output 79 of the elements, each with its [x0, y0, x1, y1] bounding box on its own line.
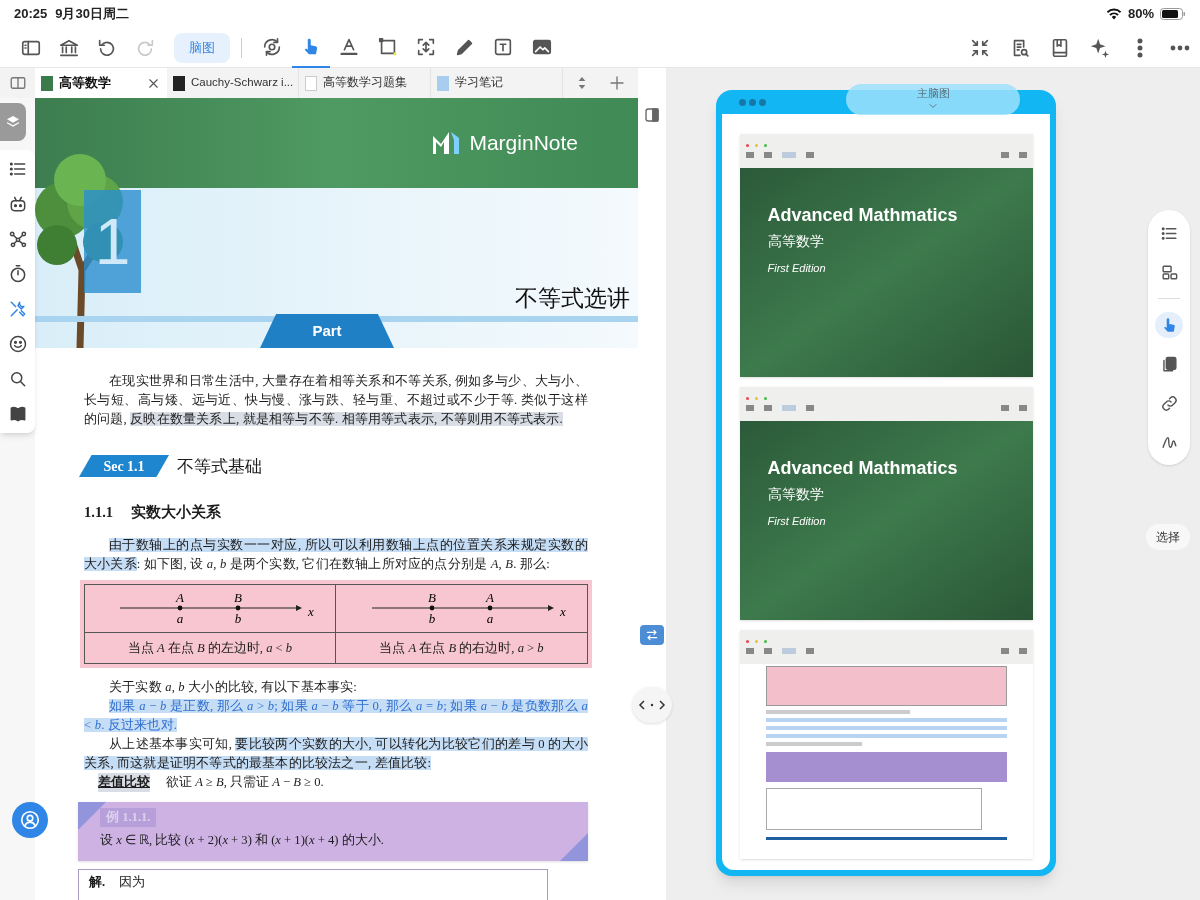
panel-toggle-icon — [643, 106, 661, 124]
swap-button[interactable] — [640, 625, 664, 645]
panel-toggle-button[interactable] — [643, 106, 661, 124]
drag-arrows-icon — [638, 699, 666, 711]
mindmap-node[interactable]: Advanced Mathmatics 高等数学 First Edition — [739, 387, 1033, 620]
point-label: a — [176, 611, 184, 626]
cover-edition: First Edition — [767, 514, 827, 529]
battery-percent: 80% — [1127, 5, 1154, 24]
tab-label: 学习笔记 — [455, 75, 503, 91]
paragraph: 由于数轴上的点与实数一一对应, 所以可以利用数轴上点的位置关系来规定实数的大小关系: 如下图, 设 a, b 是两个实数, 它们在数轴上所对应的点分别是 A, B. 那么: — [84, 537, 588, 573]
table-cell-text: 当点 A 在点 B 的右边时, a > b — [379, 639, 544, 657]
smiley-icon — [7, 334, 28, 354]
definition-term: 差值比较 — [98, 773, 150, 792]
rectangle-select-icon — [376, 35, 399, 58]
document-thumbnail — [41, 75, 53, 91]
point-dot — [429, 605, 434, 611]
chapter-number: 1 — [94, 209, 131, 274]
point-label: b — [428, 611, 435, 626]
document-thumbnail — [173, 75, 185, 91]
subsection-number: 1.1.1 — [84, 503, 113, 522]
person-circle-icon — [19, 809, 41, 831]
split-view-icon[interactable] — [8, 74, 27, 92]
example-text: 设 x ∈ ℝ, 比较 (x + 2)(x + 3) 和 (x + 1)(x + 4) 的大小. — [100, 832, 384, 849]
tab-label: Cauchy-Schwarz i... — [191, 75, 294, 91]
solution-text: 因为 — [119, 874, 146, 891]
tab-label: 高等数学 — [59, 74, 111, 93]
paragraph: 如果 a − b 是正数, 那么 a > b; 如果 a − b 等于 0, 那么 a = b; 如果 a − b 是负数那么 a < b. 反过来也对. — [84, 698, 588, 734]
point-label: a — [486, 611, 493, 626]
definition-text: 欲证 A ≥ B, 只需证 A − B ≥ 0. — [166, 774, 324, 791]
document-thumbnail — [305, 75, 317, 91]
assistant-button[interactable] — [12, 802, 48, 838]
more-icon — [1169, 44, 1191, 51]
solution-label: 解. — [89, 874, 106, 891]
point-label: B — [234, 590, 242, 605]
axis-label: x — [308, 604, 314, 619]
point-label: b — [234, 611, 242, 626]
mindmap-node[interactable]: Advanced Mathmatics 高等数学 First Edition — [739, 134, 1033, 377]
point-label: B — [427, 590, 436, 605]
point-dot — [177, 605, 183, 611]
vertical-dots-menu-icon — [1137, 36, 1143, 59]
select-button[interactable]: 选择 — [1146, 524, 1190, 550]
point-label: A — [485, 590, 494, 605]
cover-subtitle: 高等数学 — [767, 485, 825, 504]
swap-arrows-icon — [644, 627, 660, 643]
layers-button[interactable] — [0, 103, 26, 141]
document-tab[interactable]: 高等数学 — [35, 68, 167, 98]
battery-icon — [1160, 8, 1186, 20]
section-title: 不等式基础 — [177, 456, 262, 476]
point-label: A — [176, 590, 184, 605]
paragraph: 从上述基本事实可知, 要比较两个实数的大小, 可以转化为比较它们的差与 0 的大小关系, 而这就是证明不等式的最基本的比较法之一, 差值比较: — [84, 736, 588, 772]
table-cell-text: 当点 A 在点 B 的左边时, a < b — [127, 639, 293, 657]
list-icon — [7, 159, 28, 179]
window-dots-icon — [739, 98, 766, 106]
node-graph-icon — [7, 229, 28, 249]
logo-text: MarginNote — [469, 130, 578, 157]
paragraph: 关于实数 a, b 大小的比较, 有以下基本事实: — [108, 679, 358, 696]
cover-title: Advanced Mathmatics — [767, 457, 959, 480]
chapter-title: 不等式选讲 — [515, 284, 630, 313]
subsection-title: 实数大小关系 — [131, 503, 221, 522]
tab-label: 高等数学习题集 — [323, 75, 407, 91]
point-dot — [487, 605, 492, 611]
cover-edition: First Edition — [767, 261, 827, 276]
document-thumbnail — [437, 75, 449, 91]
mindmap-selector[interactable]: 主脑图 — [846, 84, 1020, 115]
add-icon[interactable] — [608, 74, 626, 92]
section-number: Sec 1.1 — [103, 457, 145, 476]
axis-label: x — [559, 604, 566, 619]
logo-icon — [431, 130, 462, 156]
wifi-icon — [1105, 8, 1122, 20]
cover-subtitle: 高等数学 — [767, 232, 825, 251]
canvas-tool-button[interactable] — [1155, 312, 1183, 338]
layout-icon — [1159, 262, 1179, 282]
cover-title: Advanced Mathmatics — [767, 204, 959, 227]
paragraph: 在现实世界和日常生活中, 大量存在着相等关系和不等关系, 例如多与少、大与小、长与短、高与矮、远与近、快与慢、涨与跌、轻与重、不超过或不少于等. 类似于这样的问题, 反映在数量关系上, 就是相等与不等. 相等用等式表示, 不等则用不等式表示. — [84, 373, 588, 428]
status-time: 20:25 — [14, 5, 48, 24]
point-dot — [235, 605, 241, 611]
part-label: Part — [312, 320, 342, 341]
status-date: 9月30日周二 — [55, 5, 129, 24]
link-icon — [1159, 393, 1179, 413]
